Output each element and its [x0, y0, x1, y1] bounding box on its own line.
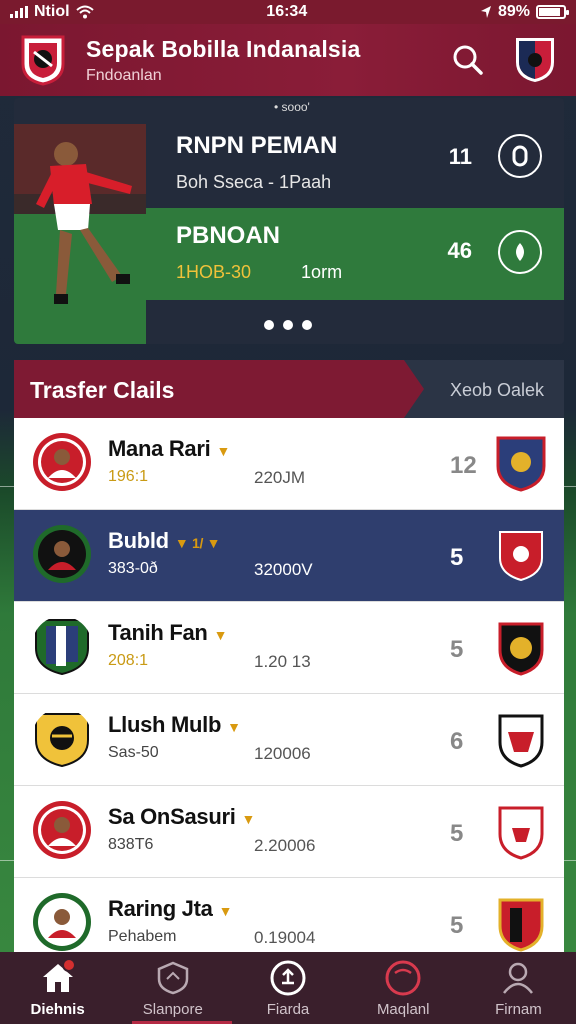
info-icon [512, 145, 528, 167]
player-position: 208:1 [108, 652, 149, 669]
club-crest-icon [498, 806, 544, 860]
player-name: Raring Jta [108, 896, 213, 921]
featured-row-2[interactable]: PBNOAN 1HOB-30 1orm 46 [146, 208, 564, 300]
nav-profile[interactable]: Firnam [461, 952, 576, 1024]
player-avatar [33, 893, 91, 951]
nav-label: Firnam [495, 1001, 542, 1018]
player-name: Llush Mulb [108, 712, 222, 737]
transfer-fee: 120006 [254, 744, 311, 763]
transfer-row[interactable]: Llush Mulb ▼ Sas-50 120006 6 [14, 694, 564, 786]
transfer-fee: 1.20 13 [254, 652, 311, 671]
transfer-count: 12 [450, 452, 477, 479]
clock: 16:34 [266, 3, 308, 20]
featured-player-photo [14, 124, 146, 344]
shield-icon [157, 961, 189, 995]
nav-transfers[interactable]: Fiarda [230, 952, 345, 1024]
club-crest-icon [498, 714, 544, 768]
featured-action-2[interactable] [498, 230, 542, 274]
player-position: 196:1 [108, 468, 149, 485]
player-name: Bubld [108, 528, 169, 553]
player-avatar [33, 433, 91, 491]
nav-standings[interactable]: Slanpore [115, 952, 230, 1024]
transfer-list: Mana Rari ▼ 196:1 220JM 12 Bubld ▼ 1/ ▼ 38… [14, 418, 564, 970]
player-position: Pehabem [108, 928, 177, 945]
rating-icon: ▼ 1/ ▼ [174, 535, 221, 551]
transfer-fee: 0.19004 [254, 928, 316, 947]
app-subtitle: Fndoanlan [86, 66, 162, 84]
transfer-row[interactable]: Mana Rari ▼ 196:1 220JM 12 [14, 418, 564, 510]
transfer-count: 5 [450, 912, 464, 939]
user-icon [503, 962, 534, 994]
search-icon [453, 45, 483, 75]
nav-label: Fiarda [266, 1001, 310, 1018]
transfer-icon [270, 960, 306, 996]
featured-top-indicator: • sooo' [274, 100, 310, 114]
nav-label: Maqlanl [376, 1001, 430, 1018]
battery-icon [536, 5, 569, 19]
featured-pager[interactable] [264, 320, 312, 330]
featured-action-1[interactable] [498, 134, 542, 178]
target-icon [385, 960, 421, 996]
transfer-count: 5 [450, 544, 464, 571]
featured-value-2: 46 [447, 238, 472, 263]
status-bar: Ntiol 16:34 89% [0, 0, 576, 24]
featured-sub-gold-2: 1HOB-30 [176, 262, 252, 282]
rating-icon: ▼ [218, 903, 233, 919]
signal-icon [10, 6, 28, 18]
featured-sub-1: Boh Sseca - 1Paah [176, 172, 332, 192]
nav-home[interactable]: Diehnis [0, 952, 115, 1024]
nav-label: Diehnis [30, 1001, 85, 1018]
transfer-row[interactable]: Tanih Fan ▼ 208:1 1.20 13 5 [14, 602, 564, 694]
transfer-fee: 2.20006 [254, 836, 316, 855]
transfer-row[interactable]: Bubld ▼ 1/ ▼ 383-0ð 32000V 5 [14, 510, 564, 602]
rating-icon: ▼ [227, 719, 241, 735]
bottom-navigation: Diehnis Slanpore Fiarda Maqlanl Firnam [0, 952, 576, 1024]
player-name: Mana Rari [108, 436, 211, 461]
transfer-section-header: Trasfer Clails Xeob Oalek [14, 360, 564, 418]
featured-card[interactable]: • sooo' RNPN PEMAN Boh Sseca - 1Paah 11 … [14, 98, 564, 344]
nav-label: Slanpore [142, 1001, 203, 1018]
rating-icon: ▼ [213, 627, 228, 643]
search-button[interactable] [448, 40, 488, 80]
battery-percent: 89% [497, 3, 530, 20]
app-header: Sepak Bobilla Indanalsia Fndoanlan [0, 24, 576, 96]
transfer-count: 5 [450, 820, 464, 847]
club-crest-icon [498, 898, 544, 952]
featured-sub-2: 1orm [301, 262, 343, 282]
rating-icon: ▼ [241, 811, 256, 827]
player-avatar [33, 801, 91, 859]
transfer-view-all-link[interactable]: Xeob Oalek [450, 380, 544, 401]
player-position: 383-0ð [108, 560, 158, 577]
ball-icon [516, 243, 524, 261]
player-position: 838T6 [108, 836, 154, 853]
transfer-title: Trasfer Clails [30, 377, 175, 403]
transfer-fee: 220JM [254, 468, 306, 487]
club-crest-icon [499, 531, 543, 582]
notification-badge [62, 958, 76, 972]
transfer-fee: 32000V [254, 560, 313, 579]
transfer-count: 6 [450, 728, 464, 755]
transfer-count: 5 [450, 636, 464, 663]
transfer-row[interactable]: Sa OnSasuri ▼ 838T6 2.20006 5 [14, 786, 564, 878]
club-crest-icon [498, 622, 544, 676]
featured-value-1: 11 [448, 144, 472, 169]
wifi-icon [75, 5, 94, 19]
player-name: Sa OnSasuri [108, 804, 236, 829]
featured-row-1[interactable]: RNPN PEMAN Boh Sseca - 1Paah 11 [146, 124, 564, 206]
team-badge-icon[interactable] [514, 36, 556, 84]
location-icon [480, 6, 491, 18]
player-avatar [35, 713, 89, 768]
player-avatar [35, 619, 89, 676]
rating-icon: ▼ [216, 443, 231, 459]
nav-matches[interactable]: Maqlanl [346, 952, 461, 1024]
player-name: Tanih Fan [108, 620, 208, 645]
player-position: Sas-50 [108, 744, 159, 761]
app-title: Sepak Bobilla Indanalsia [86, 35, 361, 62]
player-avatar [33, 525, 91, 583]
carrier-label: Ntiol [34, 3, 70, 20]
federation-logo [21, 35, 65, 86]
club-crest-icon [496, 436, 546, 492]
